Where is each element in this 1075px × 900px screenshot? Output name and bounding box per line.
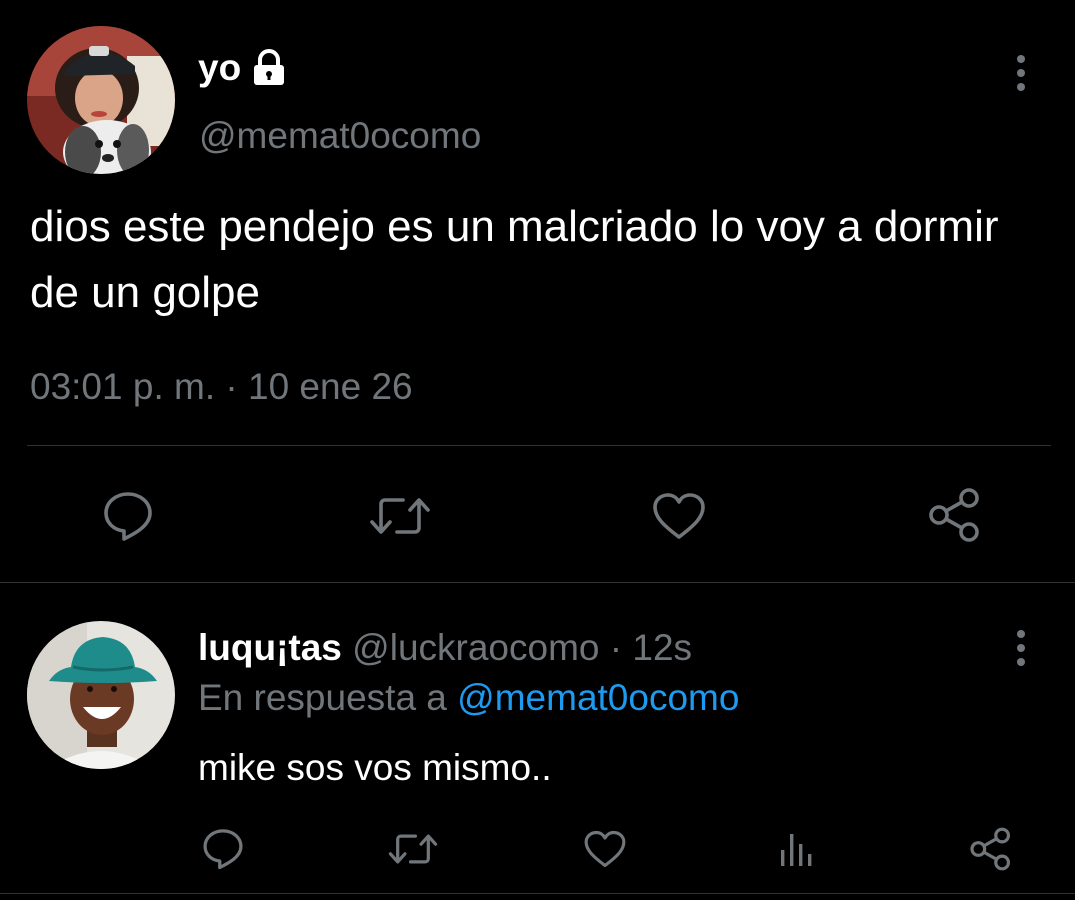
more-vertical-icon[interactable]: [1011, 628, 1031, 668]
tweet-timestamp[interactable]: 03:01 p. m. · 10 ene 26: [30, 362, 413, 412]
tweet-text: dios este pendejo es un malcriado lo voy…: [30, 202, 999, 317]
analytics-icon[interactable]: [778, 828, 816, 868]
divider: [0, 893, 1075, 894]
divider: [0, 582, 1075, 583]
meta-separator: ·: [225, 366, 238, 407]
reply-author-handle[interactable]: @luckraocomo: [352, 627, 599, 668]
more-vertical-icon[interactable]: [1011, 53, 1031, 93]
tweet-date: 10 ene 26: [248, 366, 413, 407]
meta-separator: ·: [609, 627, 623, 668]
author-handle[interactable]: @memat0ocomo: [199, 112, 481, 160]
replying-to-link[interactable]: @memat0ocomo: [457, 677, 739, 718]
lock-icon: [251, 49, 287, 87]
author-avatar[interactable]: [27, 26, 175, 174]
replying-to-label: En respuesta a: [198, 677, 447, 718]
author-display-name[interactable]: yo: [198, 44, 241, 92]
share-icon[interactable]: [926, 486, 984, 544]
reply-header[interactable]: luqu¡tas @luckraocomo · 12s: [198, 624, 692, 672]
heart-icon[interactable]: [583, 829, 627, 869]
reply-text: mike sos vos mismo..: [198, 747, 552, 788]
reply-time[interactable]: 12s: [632, 627, 692, 668]
heart-icon[interactable]: [651, 491, 707, 541]
replying-to: En respuesta a @memat0ocomo: [198, 674, 739, 722]
reply-icon[interactable]: [201, 826, 245, 870]
divider: [27, 445, 1051, 446]
reply-author-name[interactable]: luqu¡tas: [198, 627, 342, 668]
reply-icon[interactable]: [101, 488, 155, 542]
reply-author-avatar[interactable]: [27, 621, 175, 769]
share-icon[interactable]: [968, 826, 1014, 872]
retweet-icon[interactable]: [388, 829, 438, 869]
tweet-time: 03:01 p. m.: [30, 366, 216, 407]
author-name-row[interactable]: yo: [198, 44, 287, 92]
retweet-icon[interactable]: [369, 492, 431, 540]
